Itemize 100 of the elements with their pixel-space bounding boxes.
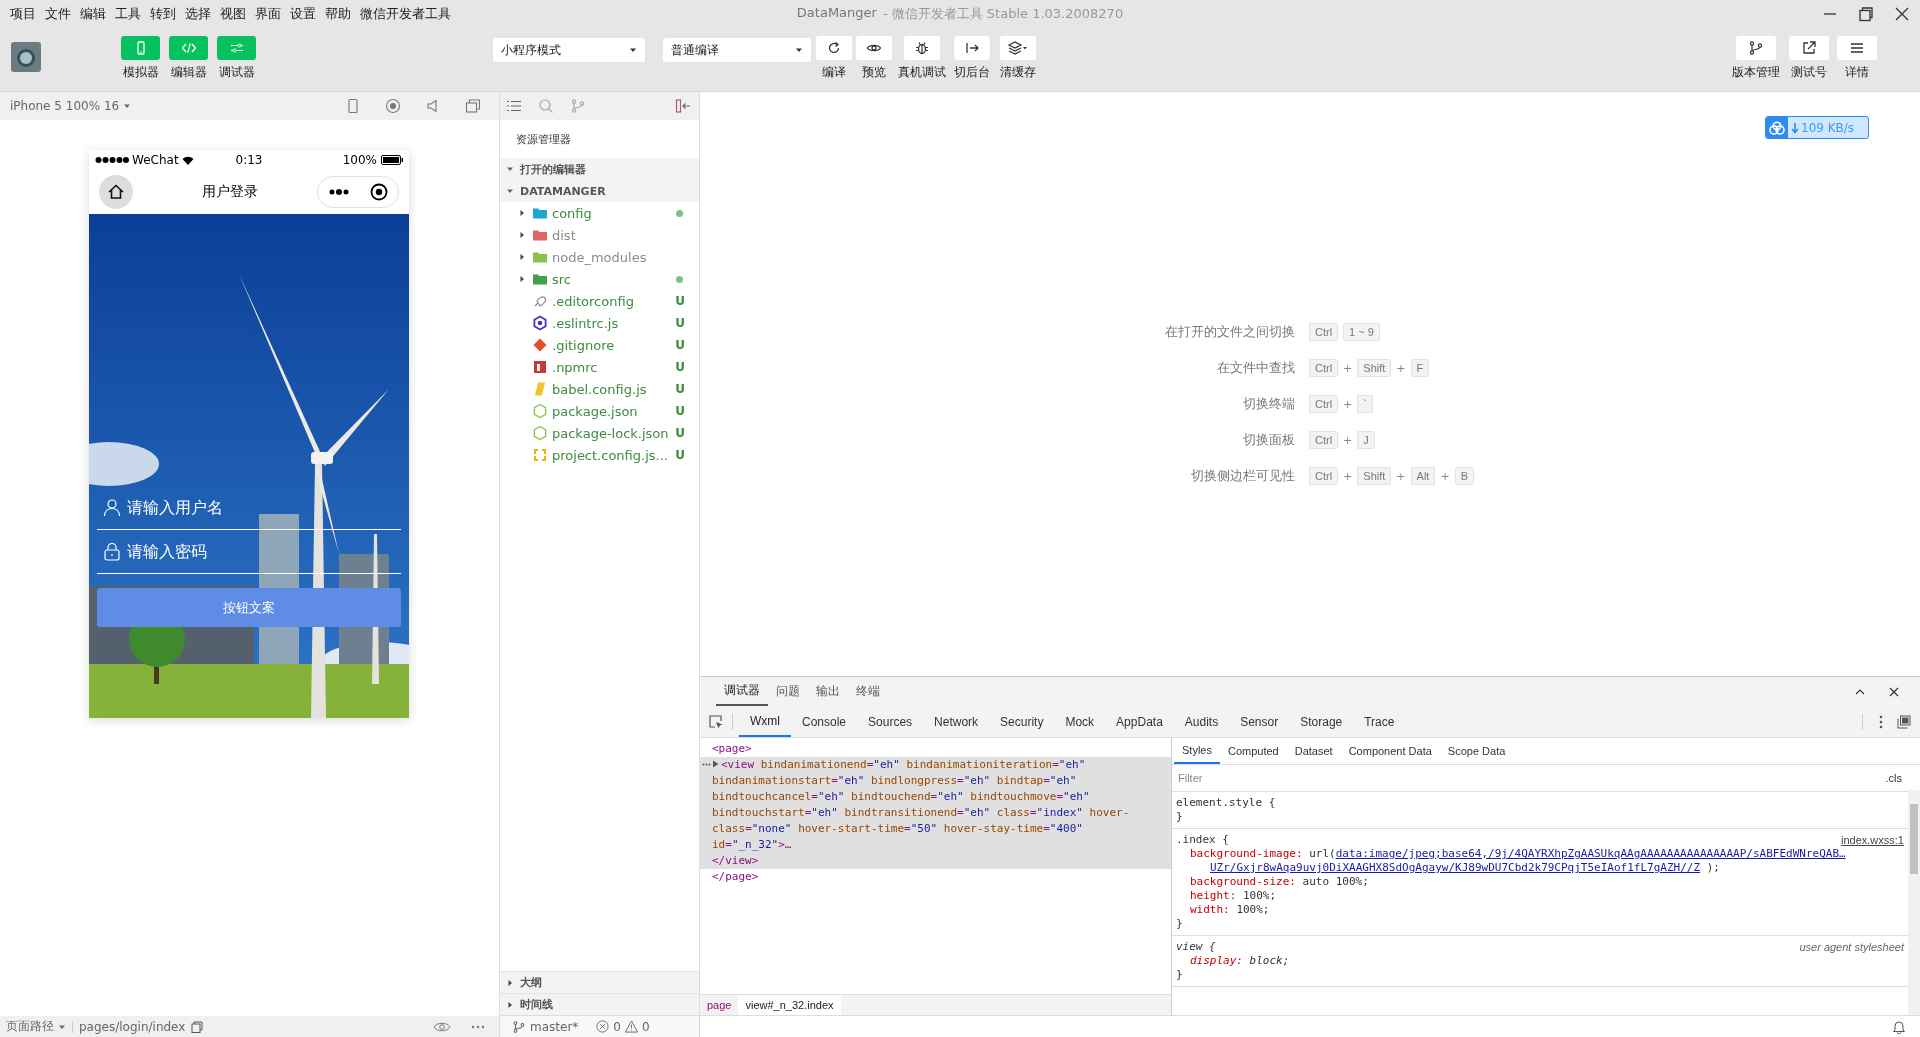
dock-icon[interactable] (1897, 714, 1911, 729)
caret-icon[interactable] (518, 209, 526, 217)
menu-item[interactable]: 转到 (150, 5, 176, 23)
toolbar-button[interactable] (1837, 36, 1877, 60)
section-header[interactable]: 时间线 (500, 993, 699, 1015)
menu-item[interactable]: 界面 (255, 5, 281, 23)
breadcrumb[interactable]: view#_n_32.index (738, 995, 841, 1015)
windows-icon[interactable] (465, 98, 481, 114)
more-vertical-icon[interactable] (1879, 714, 1883, 729)
branch-name[interactable]: master* (530, 1019, 579, 1034)
view-toggle-button[interactable] (217, 36, 256, 60)
toolbar-button[interactable] (954, 36, 990, 60)
caret-icon[interactable] (506, 187, 514, 195)
file-name[interactable]: package.json (552, 403, 676, 419)
section-header[interactable]: DATAMANGER (500, 180, 699, 202)
record-icon[interactable] (385, 98, 401, 114)
file-name[interactable]: .editorconfig (552, 293, 676, 309)
eye-icon[interactable] (433, 1020, 451, 1033)
input-field[interactable]: 请输入密码 (127, 542, 367, 561)
menu-item[interactable]: 帮助 (325, 5, 351, 23)
menu-item[interactable]: 文件 (45, 5, 71, 23)
tab[interactable]: Storage (1289, 706, 1354, 737)
file-name[interactable]: project.config.js... (552, 447, 676, 463)
error-count[interactable]: 0 (613, 1019, 621, 1034)
copy-icon[interactable] (191, 1020, 204, 1033)
tab[interactable]: Sensor (1229, 706, 1290, 737)
caret-icon[interactable] (518, 275, 526, 283)
cls-button[interactable]: .cls (1883, 772, 1904, 784)
menu-item[interactable]: 编辑 (80, 5, 106, 23)
tab[interactable]: AppData (1105, 706, 1174, 737)
toolbar-button[interactable] (904, 36, 940, 60)
tab[interactable]: Sources (857, 706, 924, 737)
tab[interactable]: Audits (1173, 706, 1230, 737)
tab[interactable]: Computed (1219, 738, 1287, 764)
folder-name[interactable]: src (552, 271, 676, 287)
branch-icon[interactable] (512, 1018, 526, 1035)
code-line[interactable]: </page> (712, 869, 1171, 885)
tab[interactable]: Console (791, 706, 858, 737)
menu-item[interactable]: 视图 (220, 5, 246, 23)
list-icon[interactable] (506, 98, 522, 114)
panel-tab[interactable]: 输出 (808, 677, 848, 706)
home-button[interactable] (99, 175, 133, 209)
compile-select[interactable]: 普通编译 (663, 38, 811, 62)
tab[interactable]: Mock (1054, 706, 1106, 737)
caret-icon[interactable] (518, 231, 526, 239)
bell-icon[interactable] (1892, 1019, 1906, 1034)
code-line[interactable]: <page> (712, 741, 1171, 757)
file-name[interactable]: .npmrc (552, 359, 676, 375)
phone-icon[interactable] (345, 98, 361, 114)
menu-item[interactable]: 微信开发者工具 (360, 5, 451, 23)
tab[interactable]: Component Data (1340, 738, 1440, 764)
toolbar-button[interactable] (856, 36, 892, 60)
tab[interactable]: Security (989, 706, 1055, 737)
view-toggle-button[interactable] (169, 36, 208, 60)
page-path-select[interactable]: 页面路径 (6, 1018, 66, 1035)
input-field[interactable]: 请输入用户名 (127, 498, 367, 517)
tab[interactable]: Styles (1174, 738, 1220, 764)
source-link[interactable]: index.wxss:1 (1841, 833, 1904, 847)
file-name[interactable]: .gitignore (552, 337, 676, 353)
tab[interactable]: Scope Data (1439, 738, 1514, 764)
section-header[interactable]: 大纲 (500, 971, 699, 993)
caret-icon[interactable] (506, 1000, 514, 1009)
view-toggle-button[interactable] (121, 36, 160, 60)
tab[interactable]: Trace (1353, 706, 1406, 737)
file-name[interactable]: .eslintrc.js (552, 315, 676, 331)
scrollbar-thumb[interactable] (1910, 804, 1918, 874)
caret-icon[interactable] (506, 165, 514, 173)
folder-name[interactable]: node_modules (552, 249, 685, 265)
breadcrumb[interactable]: page (700, 995, 739, 1015)
collapse-panel-icon[interactable] (675, 98, 691, 114)
inspect-icon[interactable] (708, 713, 724, 730)
panel-tab[interactable]: 问题 (768, 677, 808, 706)
file-name[interactable]: babel.config.js (552, 381, 676, 397)
git-status: U (675, 382, 685, 396)
caret-icon[interactable] (506, 978, 514, 987)
tab[interactable]: Wxml (739, 706, 791, 737)
close-icon[interactable] (1894, 6, 1910, 22)
more-icon[interactable] (328, 189, 349, 195)
expand-triangle-icon[interactable] (712, 760, 719, 768)
folder-name[interactable]: config (552, 205, 676, 221)
toolbar-button[interactable] (1736, 36, 1776, 60)
close-icon[interactable] (1888, 685, 1900, 698)
mode-select[interactable]: 小程序模式 (493, 38, 645, 62)
caret-icon[interactable] (518, 253, 526, 261)
tab[interactable]: Network (923, 706, 990, 737)
warning-count[interactable]: 0 (641, 1019, 650, 1034)
close-target-icon[interactable] (369, 183, 388, 201)
device-select[interactable]: iPhone 5 100% 16 (10, 99, 132, 113)
file-name[interactable]: package-lock.json (552, 425, 676, 441)
section-header[interactable]: 打开的编辑器 (500, 158, 699, 180)
toolbar-button[interactable] (816, 36, 852, 60)
menu-item[interactable]: 选择 (185, 5, 211, 23)
restore-icon[interactable] (1858, 6, 1874, 22)
toolbar-button[interactable] (1789, 36, 1829, 60)
toolbar-button[interactable] (1000, 36, 1036, 60)
menu-item[interactable]: 项目 (10, 5, 36, 23)
panel-tab[interactable]: 终端 (848, 677, 888, 706)
menu-item[interactable]: 工具 (115, 5, 141, 23)
menu-item[interactable]: 设置 (290, 5, 316, 23)
tab[interactable]: Dataset (1286, 738, 1341, 764)
